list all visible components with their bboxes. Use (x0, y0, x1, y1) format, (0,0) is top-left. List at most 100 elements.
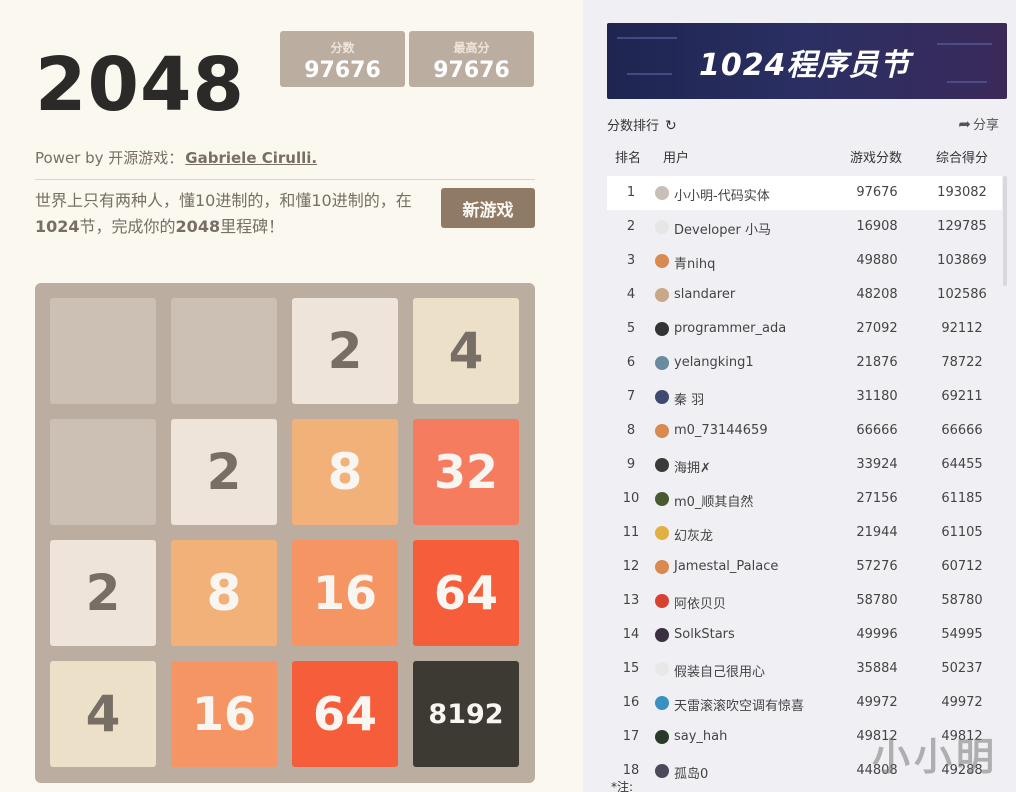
watermark: 小小明 (871, 734, 998, 779)
leaderboard-row[interactable]: 3 青nihq 49880 103869 (607, 244, 1002, 278)
row-username[interactable]: SolkStars (674, 627, 735, 642)
leaderboard-row[interactable]: 4 slandarer 48208 102586 (607, 278, 1002, 312)
row-username[interactable]: say_hah (674, 729, 727, 744)
header-rank: 排名 (615, 151, 642, 166)
event-banner[interactable]: 1024程序员节 (607, 23, 1007, 99)
game-board[interactable]: 2 4 2 8 32 2 8 16 64 4 16 64 8192 (35, 283, 535, 783)
row-rank: 5 (626, 321, 636, 336)
row-total-score: 54995 (941, 627, 983, 642)
row-game-score: 21876 (856, 355, 898, 370)
row-total-score: 129785 (937, 219, 987, 234)
row-total-score: 69211 (941, 389, 983, 404)
leaderboard-row[interactable]: 9 海拥✗ 33924 64455 (607, 448, 1002, 482)
scrollbar[interactable] (1003, 176, 1007, 286)
row-total-score: 64455 (941, 457, 983, 472)
row-total-score: 103869 (937, 253, 987, 268)
row-game-score: 49972 (856, 695, 898, 710)
leaderboard-row[interactable]: 8 m0_73144659 66666 66666 (607, 414, 1002, 448)
row-rank: 4 (626, 287, 636, 302)
avatar[interactable] (655, 696, 669, 710)
leaderboard-row[interactable]: 13 阿依贝贝 58780 58780 (607, 584, 1002, 618)
row-username[interactable]: 阿依贝贝 (674, 593, 726, 612)
leaderboard-row[interactable]: 15 假装自己很用心 35884 50237 (607, 652, 1002, 686)
best-score-value: 97676 (433, 58, 510, 83)
share-icon: ➦ (958, 115, 971, 133)
share-label: 分享 (972, 118, 999, 133)
avatar[interactable] (655, 356, 669, 370)
row-game-score: 16908 (856, 219, 898, 234)
row-username[interactable]: 秦 羽 (674, 389, 704, 408)
refresh-icon[interactable]: ↻ (665, 118, 677, 134)
avatar[interactable] (655, 594, 669, 608)
header-user: 用户 (663, 151, 690, 166)
row-username[interactable]: yelangking1 (674, 355, 754, 370)
row-username[interactable]: Jamestal_Palace (674, 559, 778, 574)
leaderboard-row[interactable]: 14 SolkStars 49996 54995 (607, 618, 1002, 652)
score-label: 分数 (330, 41, 355, 55)
row-username[interactable]: 小小明-代码实体 (674, 185, 770, 204)
game-area: 2048 分数 97676 最高分 97676 Power by 开源游戏： Ga… (0, 0, 583, 792)
avatar[interactable] (655, 424, 669, 438)
new-game-button[interactable]: 新游戏 (441, 188, 535, 228)
row-total-score: 193082 (937, 185, 987, 200)
avatar[interactable] (655, 254, 669, 268)
tile-16: 16 (292, 540, 398, 646)
leaderboard-row[interactable]: 10 m0_顺其自然 27156 61185 (607, 482, 1002, 516)
avatar[interactable] (655, 560, 669, 574)
row-rank: 17 (622, 729, 640, 744)
avatar[interactable] (655, 526, 669, 540)
avatar[interactable] (655, 764, 669, 778)
leaderboard-row[interactable]: 5 programmer_ada 27092 92112 (607, 312, 1002, 346)
empty-cell (50, 298, 156, 404)
rank-title-text: 分数排行 (607, 119, 660, 134)
leaderboard-row[interactable]: 1 小小明-代码实体 97676 193082 (607, 176, 1002, 210)
row-username[interactable]: m0_顺其自然 (674, 491, 753, 510)
author-link[interactable]: Gabriele Cirulli. (185, 149, 317, 167)
leaderboard-panel: 1024程序员节 分数排行 ↻ ➦ 分享 排名 用户 游戏分数 综合得分 1 小小明-… (583, 0, 1016, 792)
row-username[interactable]: m0_73144659 (674, 423, 768, 438)
row-username[interactable]: 天雷滚滚吹空调有惊喜 (674, 695, 804, 714)
tile-64: 64 (292, 661, 398, 767)
row-game-score: 49996 (856, 627, 898, 642)
share-button[interactable]: ➦ 分享 (958, 114, 999, 133)
leaderboard-row[interactable]: 16 天雷滚滚吹空调有惊喜 49972 49972 (607, 686, 1002, 720)
leaderboard-row[interactable]: 7 秦 羽 31180 69211 (607, 380, 1002, 414)
row-game-score: 57276 (856, 559, 898, 574)
row-total-score: 61105 (941, 525, 983, 540)
leaderboard-row[interactable]: 12 Jamestal_Palace 57276 60712 (607, 550, 1002, 584)
intro-part-2: 节，完成你的 (79, 217, 176, 236)
row-username[interactable]: 孤岛0 (674, 763, 708, 782)
row-username[interactable]: slandarer (674, 287, 735, 302)
avatar[interactable] (655, 288, 669, 302)
leaderboard-row[interactable]: 2 Developer 小马 16908 129785 (607, 210, 1002, 244)
row-username[interactable]: 青nihq (674, 253, 715, 272)
row-username[interactable]: 幻灰龙 (674, 525, 713, 544)
avatar[interactable] (655, 662, 669, 676)
row-username[interactable]: 假装自己很用心 (674, 661, 765, 680)
row-username[interactable]: Developer 小马 (674, 219, 771, 238)
row-game-score: 48208 (856, 287, 898, 302)
avatar[interactable] (655, 220, 669, 234)
row-total-score: 66666 (941, 423, 983, 438)
avatar[interactable] (655, 322, 669, 336)
avatar[interactable] (655, 458, 669, 472)
intro-part-3: 里程碑！ (220, 217, 285, 236)
avatar[interactable] (655, 628, 669, 642)
tile-32: 32 (413, 419, 519, 525)
row-username[interactable]: 海拥✗ (674, 457, 711, 476)
avatar[interactable] (655, 492, 669, 506)
row-rank: 12 (622, 559, 640, 574)
row-username[interactable]: programmer_ada (674, 321, 786, 336)
leaderboard-rows: 1 小小明-代码实体 97676 193082 2 Developer 小马 16908 12… (607, 176, 1002, 788)
row-total-score: 102586 (937, 287, 987, 302)
row-rank: 9 (626, 457, 636, 472)
leaderboard-row[interactable]: 11 幻灰龙 21944 61105 (607, 516, 1002, 550)
tile-4: 4 (413, 298, 519, 404)
leaderboard-row[interactable]: 6 yelangking1 21876 78722 (607, 346, 1002, 380)
intro-text: 世界上只有两种人，懂10进制的，和懂10进制的，在 1024节，完成你的2048里… (35, 188, 415, 240)
avatar[interactable] (655, 186, 669, 200)
divider (35, 179, 535, 180)
tile-2: 2 (292, 298, 398, 404)
avatar[interactable] (655, 730, 669, 744)
avatar[interactable] (655, 390, 669, 404)
